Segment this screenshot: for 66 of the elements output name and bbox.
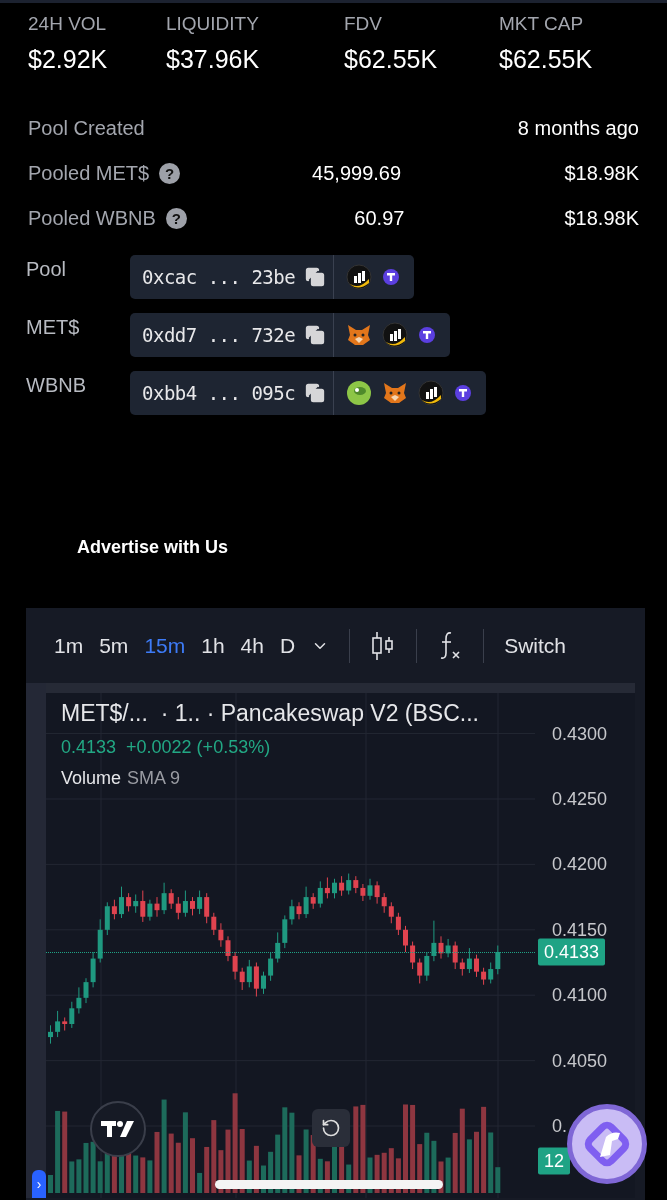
candle (474, 954, 479, 978)
advertise-link[interactable]: Advertise with Us (77, 537, 229, 557)
switch-button[interactable]: Switch (496, 633, 574, 658)
interval-tab[interactable]: D (271, 633, 304, 658)
price-tick: 0.4150 (552, 919, 608, 941)
rotate-icon[interactable] (321, 1118, 341, 1138)
info-value: $18.98K (563, 207, 639, 230)
info-label: Pool Created (28, 117, 145, 140)
fox-icon[interactable] (382, 381, 409, 405)
interval-tab[interactable]: 1m (46, 633, 92, 658)
stat-label: LIQUIDITY (166, 13, 260, 35)
gecko-icon[interactable] (346, 380, 373, 406)
interval-tab[interactable]: 1h (193, 633, 233, 658)
token-icon[interactable] (418, 326, 437, 344)
token-icon[interactable] (382, 268, 401, 286)
address-text: 0xbb4 ... 095c (141, 382, 296, 404)
side-tab[interactable]: › (32, 1170, 46, 1198)
chart-logo-icon[interactable] (418, 380, 445, 406)
info-label: Pooled WBNB (28, 207, 156, 230)
volume-study: SMA 9 (127, 768, 181, 789)
stat-label: MKT CAP (499, 13, 585, 35)
price-tick: 0.4100 (552, 984, 608, 1006)
candle (332, 878, 337, 899)
token-icon[interactable] (454, 384, 473, 402)
chart-logo-icon[interactable] (346, 264, 373, 290)
candle (261, 971, 266, 995)
price-tick: 0.4200 (552, 853, 608, 875)
price-tick: 0.4300 (552, 723, 608, 745)
address-label: MET$ (26, 315, 81, 339)
info-label: Pooled MET$ (28, 162, 150, 185)
candle (190, 896, 195, 916)
stat-label: 24H VOL (28, 13, 108, 35)
info-value: $18.98K (563, 162, 639, 185)
address-label: Pool (26, 257, 68, 281)
price-tick: 0.4250 (552, 788, 608, 810)
stat-value: $62.55K (344, 45, 439, 74)
stat-value: $2.92K (28, 45, 109, 74)
stat-value: $62.55K (499, 45, 594, 74)
last-price-tag: 0.4133 (538, 938, 606, 966)
chart-title: MET$/... · 1.. · Pancakeswap V2 (BSC... (61, 700, 479, 727)
address-text: 0xcac ... 23be (141, 266, 296, 288)
help-icon[interactable]: ? (159, 163, 181, 184)
price-tick: 0.4050 (552, 1050, 608, 1072)
interval-tab[interactable]: 15m (136, 633, 194, 658)
candle (119, 886, 124, 919)
stat-value: $37.96K (166, 45, 261, 74)
info-value: 8 months ago (517, 117, 639, 140)
candle (48, 1024, 53, 1045)
price-quote: 0.4133 +0.0022 (+0.53%) (61, 737, 272, 758)
diamond-logo-icon[interactable] (582, 1119, 632, 1169)
fox-icon[interactable] (346, 323, 373, 347)
interval-tab[interactable]: 5m (91, 633, 137, 658)
address-text: 0xdd7 ... 732e (141, 324, 296, 346)
price-tick: 0. (552, 1115, 567, 1137)
token-amount: 60.97 (353, 207, 405, 230)
interval-tab[interactable]: 4h (232, 633, 272, 658)
help-icon[interactable]: ? (165, 208, 187, 229)
tradingview-logo[interactable] (90, 1101, 146, 1157)
token-amount: 45,999.69 (311, 162, 402, 185)
volume-tag: 12 (538, 1147, 571, 1175)
chart-logo-icon[interactable] (382, 322, 409, 348)
volume-label: Volume (61, 768, 122, 789)
address-label: WBNB (26, 373, 87, 397)
reset-button[interactable] (312, 1109, 350, 1147)
stat-label: FDV (344, 13, 383, 35)
candle (403, 925, 408, 953)
